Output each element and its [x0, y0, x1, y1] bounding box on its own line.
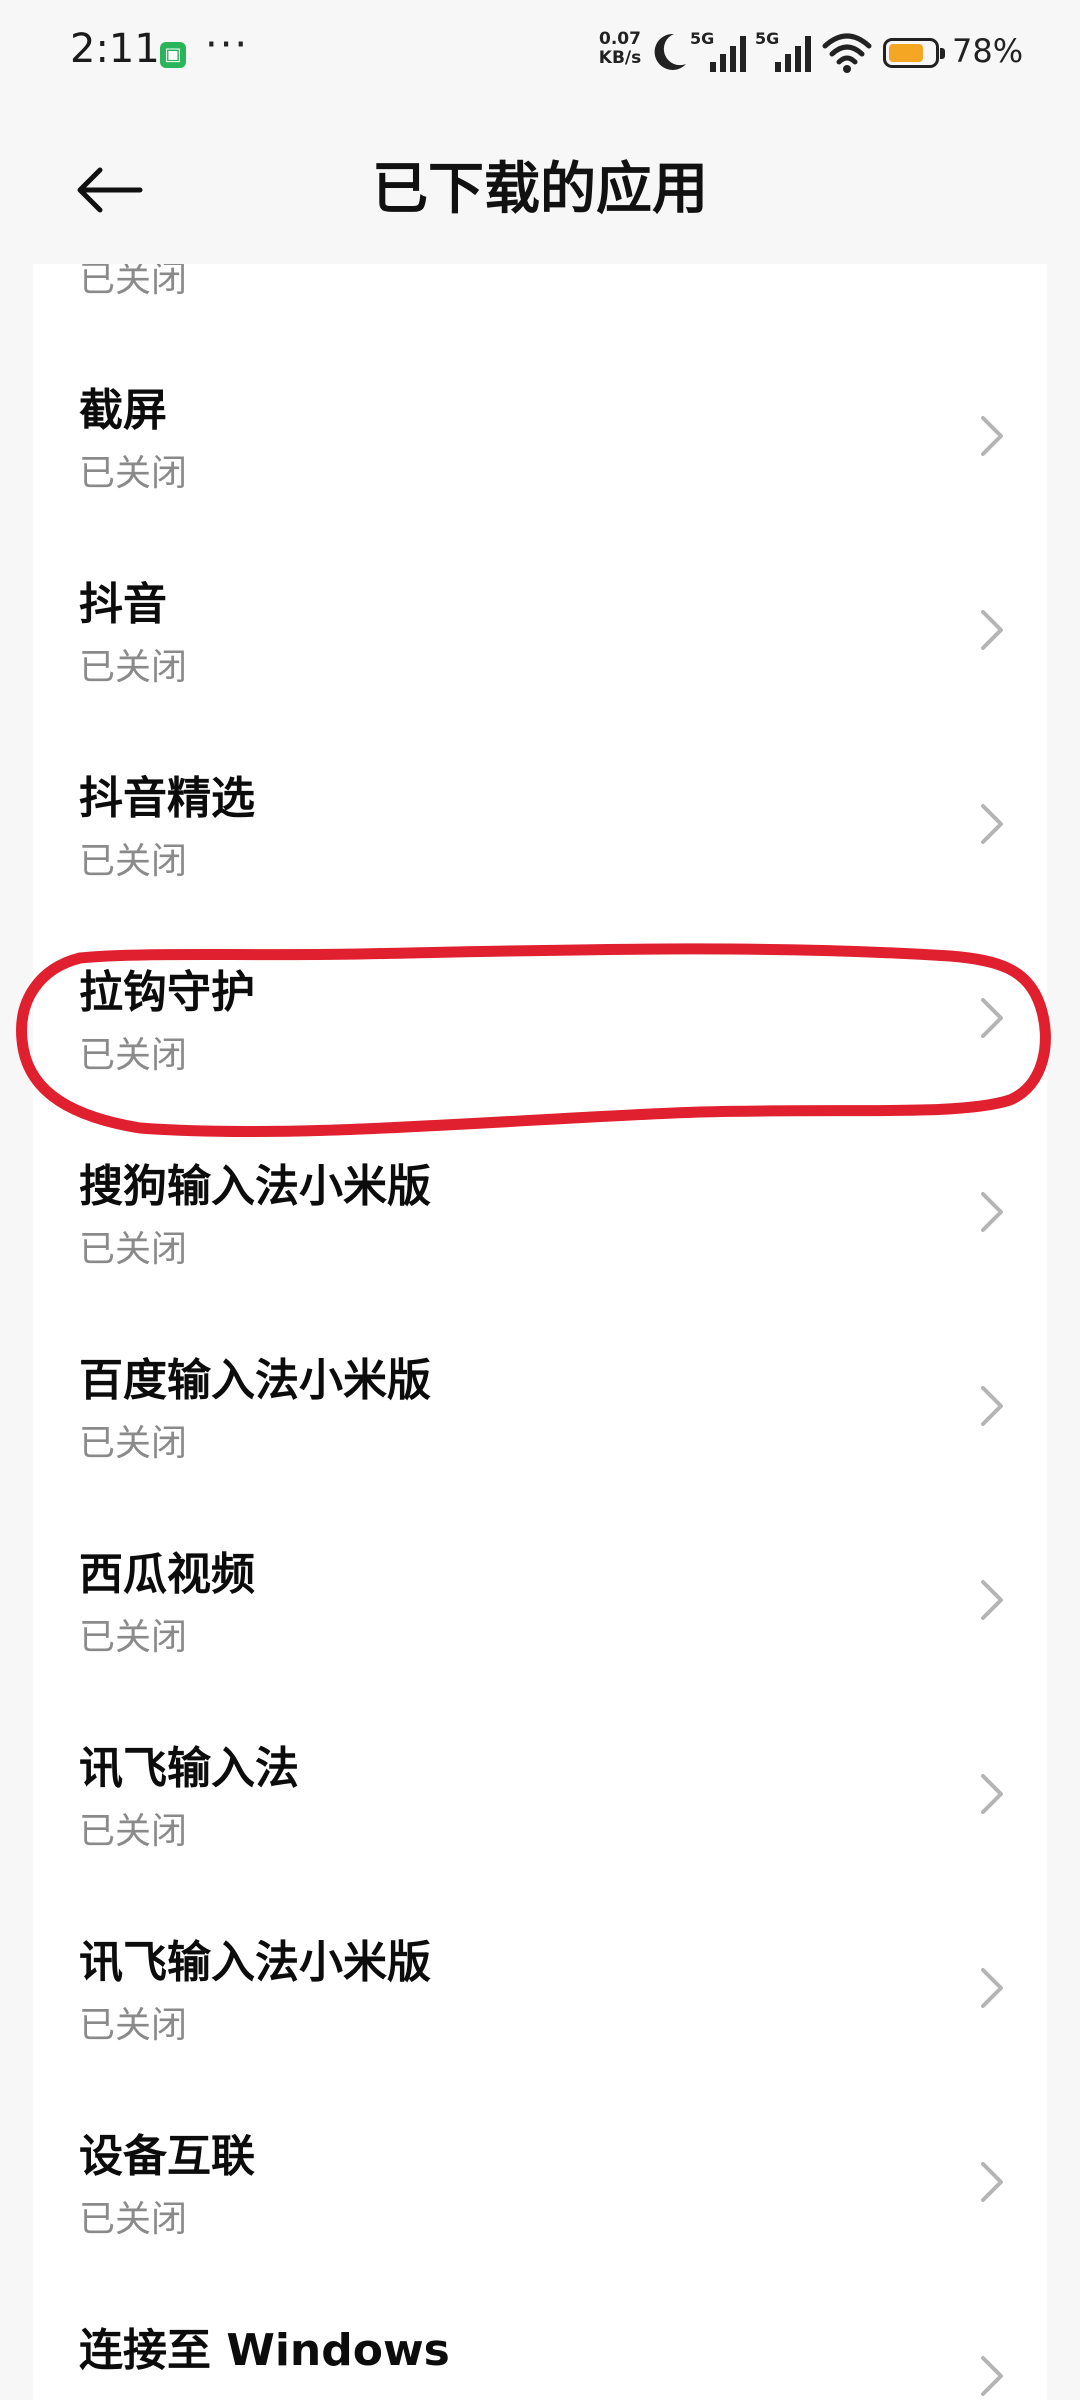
moon-icon: [654, 33, 686, 70]
chevron-right-icon: [981, 1386, 1003, 1426]
app-name: 搜狗输入法小米版: [79, 1161, 431, 1212]
list-item[interactable]: 连接至 Windows: [33, 2278, 1047, 2400]
chevron-right-icon: [981, 1968, 1003, 2008]
chevron-right-icon: [981, 1580, 1003, 1620]
list-item[interactable]: 截屏 已关闭: [33, 338, 1047, 532]
app-status: 已关闭: [79, 841, 188, 882]
list-item[interactable]: 已关闭: [33, 264, 1047, 338]
chevron-right-icon: [981, 998, 1003, 1038]
list-item[interactable]: 拉钩守护 已关闭: [33, 920, 1047, 1114]
list-item[interactable]: 讯飞输入法 已关闭: [33, 1696, 1047, 1890]
chevron-right-icon: [981, 1774, 1003, 1814]
chevron-right-icon: [981, 1192, 1003, 1232]
app-status: 已关闭: [79, 1035, 188, 1076]
list-item[interactable]: 设备互联 已关闭: [33, 2084, 1047, 2278]
battery-icon: [883, 38, 945, 68]
app-status: 已关闭: [79, 1423, 188, 1464]
app-list: 已关闭 截屏 已关闭 抖音 已关闭 抖音精选 已关闭 拉钩守护 已关闭 搜狗输入…: [33, 264, 1047, 2400]
signal-sim1-icon: 5G: [690, 29, 746, 72]
app-name: 西瓜视频: [79, 1549, 255, 1600]
chevron-right-icon: [981, 804, 1003, 844]
list-item[interactable]: 抖音精选 已关闭: [33, 726, 1047, 920]
app-name: 抖音精选: [79, 773, 255, 824]
list-item[interactable]: 西瓜视频 已关闭: [33, 1502, 1047, 1696]
chevron-right-icon: [981, 2356, 1003, 2396]
app-name: 连接至 Windows: [79, 2325, 450, 2376]
sim2-label: 5G: [755, 29, 779, 48]
list-item[interactable]: 抖音 已关闭: [33, 532, 1047, 726]
wifi-icon: [822, 33, 872, 73]
app-status: 已关闭: [79, 1811, 188, 1852]
signal-sim2-icon: 5G: [755, 29, 811, 72]
app-name: 截屏: [79, 385, 167, 436]
app-notification-icon: ▣: [160, 42, 186, 68]
list-item[interactable]: 搜狗输入法小米版 已关闭: [33, 1114, 1047, 1308]
app-name: 讯飞输入法小米版: [79, 1937, 431, 1988]
app-status: 已关闭: [79, 647, 188, 688]
app-name: 设备互联: [79, 2131, 255, 2182]
app-status: 已关闭: [79, 2199, 188, 2240]
app-name: 抖音: [79, 579, 167, 630]
app-status: 已关闭: [79, 453, 188, 494]
page-title: 已下载的应用: [372, 157, 708, 222]
status-time: 2:11: [70, 26, 160, 72]
chevron-right-icon: [981, 610, 1003, 650]
list-item[interactable]: 讯飞输入法小米版 已关闭: [33, 1890, 1047, 2084]
chevron-right-icon: [981, 416, 1003, 456]
list-item[interactable]: 百度输入法小米版 已关闭: [33, 1308, 1047, 1502]
chevron-right-icon: [981, 2162, 1003, 2202]
network-speed-unit: KB/s: [598, 48, 642, 68]
app-name: 拉钩守护: [79, 967, 255, 1018]
app-status: 已关闭: [79, 2005, 188, 2046]
app-name: 讯飞输入法: [79, 1743, 299, 1794]
battery-level: [889, 44, 923, 62]
sim1-label: 5G: [690, 29, 714, 48]
more-notifications-icon: ···: [205, 22, 250, 68]
app-status: 已关闭: [79, 1617, 188, 1658]
app-name: 百度输入法小米版: [79, 1355, 431, 1406]
app-status: 已关闭: [79, 1229, 188, 1270]
network-speed-value: 0.07: [599, 29, 641, 49]
app-status: 已关闭: [79, 264, 188, 300]
status-bar: 2:11 ▣ ··· 0.07 KB/s 5G 5G 78%: [0, 0, 1080, 110]
network-speed: 0.07 KB/s: [595, 30, 645, 68]
battery-percent: 78%: [952, 32, 1024, 70]
